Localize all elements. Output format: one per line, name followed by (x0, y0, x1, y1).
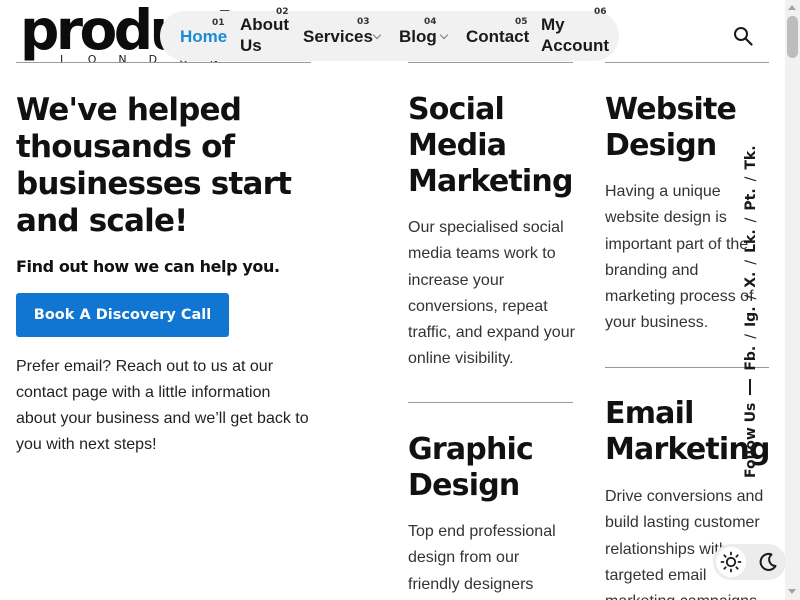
dark-mode-button[interactable] (754, 548, 782, 576)
social-link-linkedin[interactable]: Lk. (741, 229, 761, 253)
nav-item-contact[interactable]: Contact (466, 26, 529, 47)
divider (749, 378, 751, 395)
light-mode-button[interactable] (716, 547, 746, 577)
divider (16, 62, 311, 63)
service-text-email-marketing: Drive conversions and build lasting cust… (605, 488, 764, 600)
social-link-pinterest[interactable]: Pt. (741, 188, 761, 210)
nav-item-my-account[interactable]: My Account (541, 14, 611, 56)
divider (605, 62, 769, 63)
scroll-up-arrow-icon[interactable] (788, 5, 796, 10)
social-link-tiktok[interactable]: Tk. (741, 145, 761, 169)
nav-item-blog[interactable]: Blog (399, 26, 437, 47)
divider (408, 402, 573, 403)
nav-item-services[interactable]: Services (303, 26, 373, 47)
search-icon[interactable] (733, 26, 753, 46)
hero-body-text: Prefer email? Reach out to us at our con… (16, 358, 309, 453)
scrollbar-thumb[interactable] (787, 16, 798, 58)
sun-icon (720, 551, 742, 573)
service-title-graphic-design[interactable]: Graphic Design (408, 432, 568, 504)
social-link-facebook[interactable]: Fb. (741, 346, 761, 371)
scroll-down-arrow-icon[interactable] (788, 589, 796, 594)
book-discovery-call-button[interactable]: Book A Discovery Call (16, 293, 229, 337)
social-link-x[interactable]: X. (741, 272, 761, 288)
follow-us-label: Follow Us (743, 402, 759, 478)
hero-title: We've helped thousands of businesses sta… (16, 92, 292, 239)
service-text-social-media-marketing: Our specialised social media teams work … (408, 219, 575, 368)
divider (408, 62, 573, 63)
social-links: Follow UsFb./Ig./X./Lk./Pt./Tk. (741, 145, 761, 478)
nav-item-home[interactable]: Home (180, 26, 227, 47)
scrollbar[interactable] (785, 0, 800, 600)
hero-subtitle: Find out how we can help you. (16, 257, 280, 276)
moon-icon (759, 552, 777, 571)
social-link-instagram[interactable]: Ig. (741, 306, 761, 327)
service-title-social-media-marketing[interactable]: Social Media Marketing (408, 92, 578, 200)
service-text-graphic-design: Top end professional design from our fri… (408, 523, 556, 593)
nav-item-about-us[interactable]: About Us (240, 14, 300, 56)
